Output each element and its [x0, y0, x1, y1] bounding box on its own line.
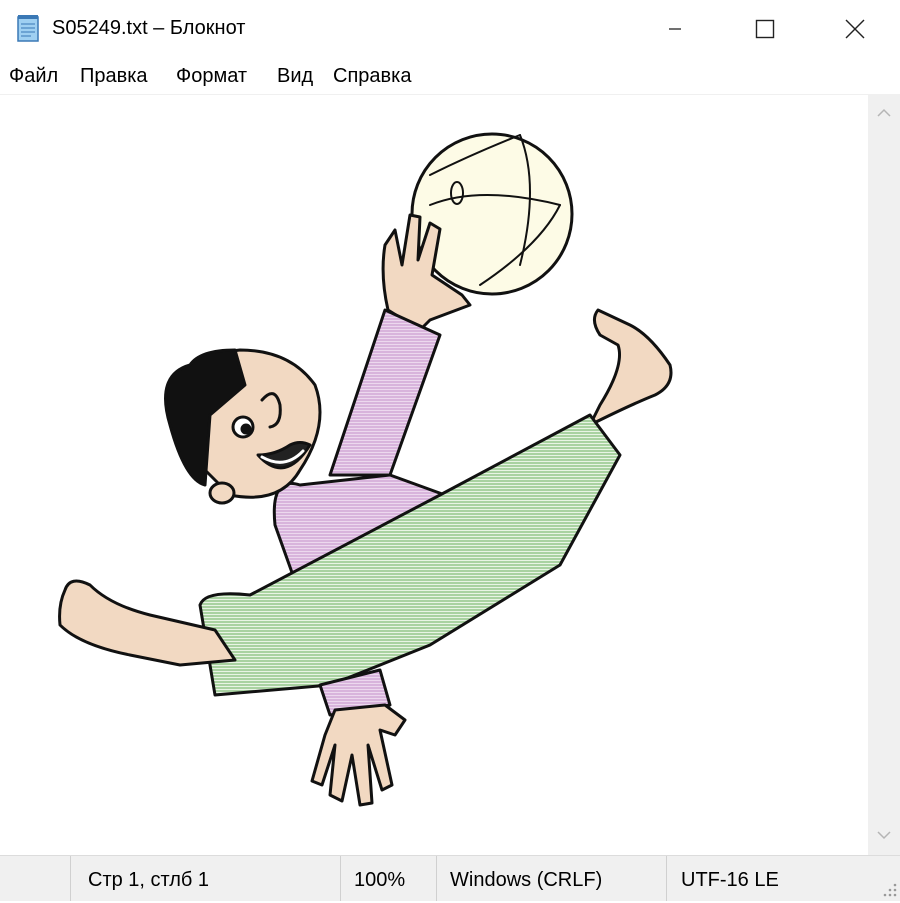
minimize-button[interactable] [630, 0, 720, 58]
minimize-icon [669, 28, 681, 30]
notepad-icon [16, 13, 42, 43]
close-icon [845, 19, 865, 39]
status-zoom: 100% [354, 869, 406, 891]
scroll-up-icon[interactable] [876, 105, 892, 121]
maximize-icon [755, 19, 775, 39]
menu-help[interactable]: Справка [333, 65, 411, 88]
menu-file[interactable]: Файл [9, 65, 58, 88]
vertical-scrollbar[interactable] [868, 95, 900, 855]
status-bar: Стр 1, стлб 1 100% Windows (CRLF) UTF-16… [0, 855, 900, 901]
status-divider [70, 856, 71, 901]
status-cursor-position: Стр 1, стлб 1 [88, 869, 210, 891]
status-divider [340, 856, 341, 901]
menu-view[interactable]: Вид [277, 65, 313, 88]
status-divider [436, 856, 437, 901]
volleyball-player-illustration [58, 132, 673, 807]
text-editor-area[interactable] [0, 95, 868, 855]
status-encoding: UTF-16 LE [681, 869, 779, 891]
status-divider [666, 856, 667, 901]
window-title: S05249.txt – Блокнот [52, 17, 246, 39]
menu-format[interactable]: Формат [176, 65, 247, 88]
close-button[interactable] [810, 0, 900, 58]
resize-grip-icon[interactable] [880, 880, 898, 898]
menu-edit[interactable]: Правка [80, 65, 148, 88]
status-line-ending: Windows (CRLF) [450, 869, 603, 891]
scroll-down-icon[interactable] [876, 827, 892, 843]
menu-bar: Файл Правка Формат Вид Справка [0, 58, 900, 95]
maximize-button[interactable] [720, 0, 810, 58]
title-bar[interactable]: S05249.txt – Блокнот [0, 0, 900, 58]
